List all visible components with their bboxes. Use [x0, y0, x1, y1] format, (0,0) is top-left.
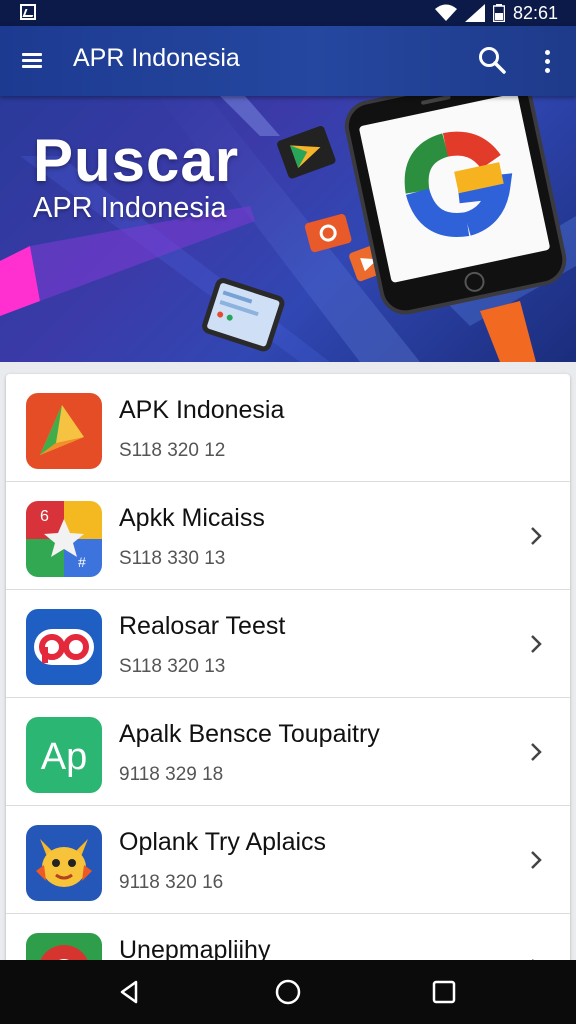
- recents-icon[interactable]: [426, 974, 462, 1010]
- star-puzzle-icon: 6 #: [26, 501, 102, 577]
- hero-title: Puscar: [33, 127, 240, 194]
- app-name: APK Indonesia: [119, 396, 285, 424]
- status-bar: 82:61: [0, 0, 576, 26]
- signal-icon: [464, 4, 485, 22]
- list-item[interactable]: Oplank Try Aplaics 9118 320 16: [6, 806, 570, 914]
- app-name: Oplank Try Aplaics: [119, 828, 327, 856]
- hero-subtitle: APR Indonesia: [33, 192, 227, 224]
- notification-icon: [20, 4, 36, 20]
- chevron-right-icon: [531, 527, 542, 545]
- wifi-icon: [434, 4, 457, 21]
- svg-text:#: #: [78, 554, 86, 570]
- app-meta: 9118 329 18: [119, 764, 224, 785]
- chevron-right-icon: [531, 743, 542, 761]
- ap-logo-icon: Ap: [26, 717, 102, 793]
- hero-banner[interactable]: G: [0, 96, 576, 362]
- more-vert-icon[interactable]: [534, 44, 562, 80]
- list-item[interactable]: Unepmapliihy: [6, 914, 570, 964]
- home-icon[interactable]: [270, 974, 306, 1010]
- app-name: Apalk Bensce Toupaitry: [119, 720, 380, 748]
- app-meta: 9118 320 16: [119, 872, 224, 893]
- list-item[interactable]: APK Indonesia S118 320 12: [6, 374, 570, 482]
- list-item[interactable]: Ap Apalk Bensce Toupaitry 9118 329 18: [6, 698, 570, 806]
- search-icon[interactable]: [474, 42, 510, 78]
- app-meta: S118 330 13: [119, 548, 226, 569]
- app-title: APR Indonesia: [73, 44, 240, 72]
- list-item[interactable]: Realosar Teest S118 320 13: [6, 590, 570, 698]
- svg-text:6: 6: [40, 508, 49, 525]
- app-list: APK Indonesia S118 320 12 6 # Apkk Micai…: [6, 374, 570, 964]
- svg-text:Ap: Ap: [41, 736, 87, 778]
- cartoon-mascot-icon: [26, 825, 102, 901]
- navigation-bar: [0, 960, 576, 1024]
- status-time: 82:61: [512, 2, 558, 23]
- chevron-right-icon: [531, 851, 542, 869]
- back-icon[interactable]: [112, 974, 148, 1010]
- play-triangle-icon: [26, 393, 102, 469]
- app-name: Realosar Teest: [119, 612, 286, 640]
- list-item[interactable]: 6 # Apkk Micaiss S118 330 13: [6, 482, 570, 590]
- app-meta: S118 320 13: [119, 656, 226, 677]
- po-logo-icon: [26, 609, 102, 685]
- chevron-right-icon: [531, 635, 542, 653]
- app-name: Apkk Micaiss: [119, 504, 265, 532]
- app-meta: S118 320 12: [119, 440, 226, 461]
- app-bar: APR Indonesia: [0, 26, 576, 96]
- menu-icon[interactable]: [18, 46, 48, 76]
- battery-icon: [492, 4, 505, 22]
